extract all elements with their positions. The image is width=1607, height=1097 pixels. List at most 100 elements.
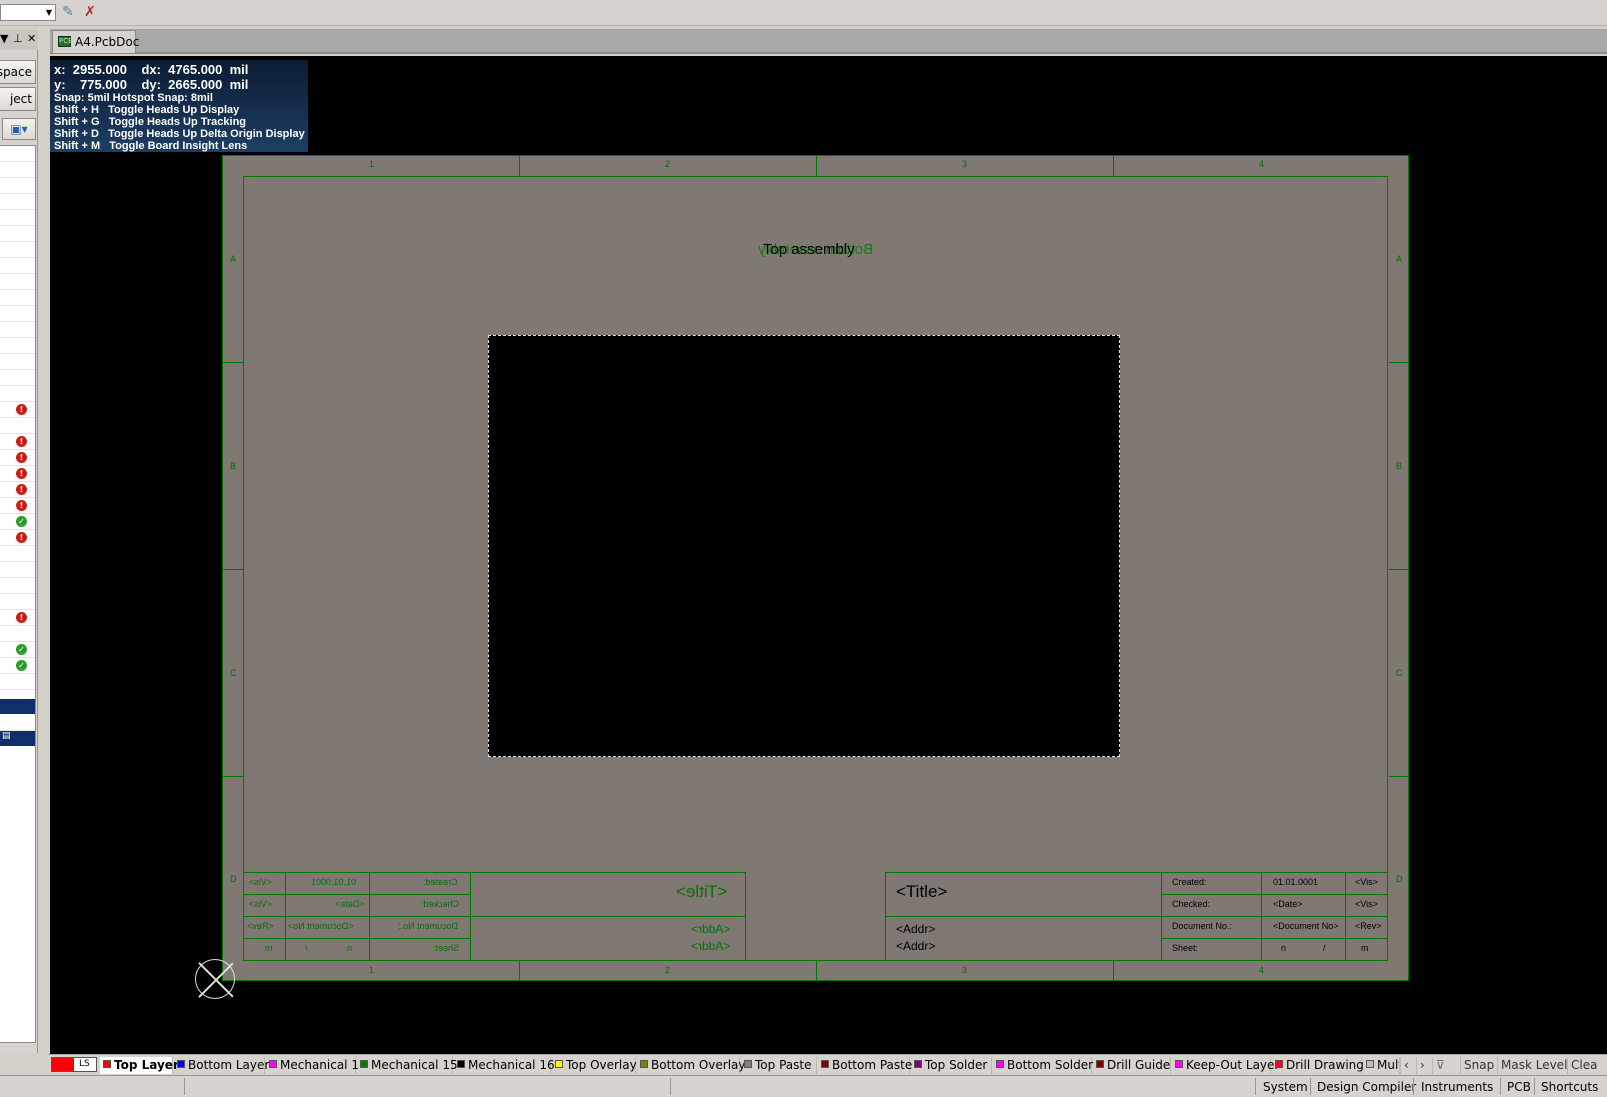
title-block-divider (243, 894, 470, 895)
list-item[interactable] (0, 258, 35, 274)
panel-pcb-button[interactable]: PCB (1507, 1080, 1531, 1096)
list-item[interactable] (0, 418, 35, 434)
panel-design-compiler-button[interactable]: Design Compiler (1317, 1080, 1416, 1096)
panel-shortcuts-button[interactable]: Shortcuts (1541, 1080, 1598, 1096)
list-item[interactable]: ! (0, 498, 35, 514)
list-item[interactable] (0, 162, 35, 178)
scroll-left-icon[interactable]: ‹ (1400, 1057, 1416, 1074)
layer-tab-top-layer[interactable]: Top Layer (100, 1057, 179, 1074)
zone-column-label: 4 (1259, 159, 1265, 169)
list-item[interactable] (0, 210, 35, 226)
mirror-rev: <Rev> (247, 921, 274, 931)
list-item[interactable] (0, 226, 35, 242)
hud-shortcut: Shift + M Toggle Board Insight Lens (54, 140, 248, 152)
layer-tab-mechanical-1[interactable]: Mechanical 1 (266, 1057, 359, 1074)
mirror-title: <Title> (676, 882, 728, 901)
selected-list-item[interactable] (0, 699, 35, 714)
list-item[interactable] (0, 546, 35, 562)
document-number-label: Document No.: (1172, 921, 1233, 931)
layer-tab-mechanical-15[interactable]: Mechanical 15 (357, 1057, 458, 1074)
mirror-vis: <Vis> (249, 877, 272, 887)
list-item[interactable] (0, 354, 35, 370)
list-item[interactable] (0, 178, 35, 194)
list-item[interactable]: ! (0, 530, 35, 546)
layer-tab-bottom-layer[interactable]: Bottom Layer (174, 1057, 269, 1074)
layer-tab-bottom-paste[interactable]: Bottom Paste (818, 1057, 912, 1074)
probe-clear-icon[interactable]: ✗ (80, 3, 100, 22)
list-item[interactable] (0, 146, 35, 162)
layer-tabs-bar: LS Top Layer Bottom Layer Mechanical 1 M… (48, 1054, 1607, 1074)
clear-button[interactable]: Clea (1567, 1057, 1607, 1074)
snap-button[interactable]: Snap (1460, 1057, 1497, 1074)
mirror-addr: <Addr> (691, 939, 731, 953)
chevron-down-icon[interactable]: ▼ (44, 6, 54, 19)
tab-label: A4.PcbDoc (75, 35, 140, 49)
origin-marker-icon (195, 959, 235, 999)
workspace-button[interactable]: space (0, 60, 36, 84)
zone-row-label: A (230, 254, 237, 264)
toolbar-combo[interactable]: ▼ (0, 4, 56, 21)
vis-field: <Vis> (1355, 899, 1378, 909)
list-item[interactable]: ✓ (0, 658, 35, 674)
list-item[interactable] (0, 562, 35, 578)
list-item[interactable] (0, 242, 35, 258)
list-item[interactable] (0, 322, 35, 338)
pin-icon[interactable]: ⊥ (13, 32, 23, 45)
list-item[interactable]: ! (0, 402, 35, 418)
list-item[interactable] (0, 338, 35, 354)
scroll-right-icon[interactable]: › (1416, 1057, 1432, 1074)
hud-shortcut: Shift + H Toggle Heads Up Display (54, 104, 240, 116)
current-layer-color[interactable]: LS (51, 1057, 97, 1072)
list-item[interactable] (0, 594, 35, 610)
close-icon[interactable]: ✕ (27, 32, 36, 45)
list-item[interactable]: ! (0, 610, 35, 626)
layer-tab-top-overlay[interactable]: Top Overlay (552, 1057, 637, 1074)
layer-tab-keep-out-layer[interactable]: Keep-Out Layer (1172, 1057, 1279, 1074)
list-item[interactable]: ! (0, 434, 35, 450)
list-item[interactable]: ✓ (0, 642, 35, 658)
list-item[interactable]: ! (0, 466, 35, 482)
selected-list-item[interactable]: ▤ (0, 731, 35, 746)
list-item[interactable] (0, 306, 35, 322)
tab-a4-pcbdoc[interactable]: PCB A4.PcbDoc (52, 30, 140, 53)
list-item[interactable] (0, 386, 35, 402)
mirror-checked-label: Checked: (421, 899, 460, 909)
list-item[interactable] (0, 578, 35, 594)
list-item[interactable] (0, 194, 35, 210)
list-item[interactable] (0, 370, 35, 386)
list-item[interactable] (0, 274, 35, 290)
pcb-workspace[interactable]: x: 2955.000 dx: 4765.000 mil y: 775.000 … (50, 56, 1607, 1054)
layer-tab-drill-guide[interactable]: Drill Guide (1093, 1057, 1171, 1074)
project-tree[interactable]: ! ! ! ! ! ! ✓ ! ! ✓ ✓ ▤ (0, 145, 36, 1043)
layer-tab-multi-layer[interactable]: Mult (1363, 1057, 1400, 1074)
list-item[interactable] (0, 626, 35, 642)
layer-tab-top-paste[interactable]: Top Paste (741, 1057, 817, 1074)
status-separator (1500, 1078, 1501, 1095)
list-item[interactable]: ✓ (0, 514, 35, 530)
layer-tab-drill-drawing[interactable]: Drill Drawing (1272, 1057, 1364, 1074)
layer-tab-mechanical-16[interactable]: Mechanical 16 (454, 1057, 555, 1074)
board-outline[interactable] (488, 335, 1120, 757)
list-item[interactable]: ! (0, 482, 35, 498)
mirror-checked-value: <Date> (335, 899, 365, 909)
layer-tab-bottom-overlay[interactable]: Bottom Overlay (637, 1057, 745, 1074)
mask-level-button[interactable]: Mask Level (1497, 1057, 1567, 1074)
panel-options-icon[interactable]: ▣▾ (2, 118, 36, 140)
mirror-sheet-slash: / (305, 943, 308, 953)
probe-icon[interactable]: ✎ (58, 3, 78, 22)
error-icon: ! (16, 484, 27, 495)
list-item[interactable] (0, 715, 35, 731)
list-item[interactable] (0, 674, 35, 690)
project-button[interactable]: ject (0, 87, 36, 111)
layer-filter-icon[interactable]: ⊽ (1432, 1057, 1460, 1074)
panel-system-button[interactable]: System (1263, 1080, 1308, 1096)
layer-tab-bottom-solder[interactable]: Bottom Solder (993, 1057, 1093, 1074)
created-value: 01.01.0001 (1273, 877, 1319, 887)
panel-menu-icon[interactable]: ▼ (0, 32, 8, 45)
list-item[interactable]: ! (0, 450, 35, 466)
panel-instruments-button[interactable]: Instruments (1421, 1080, 1493, 1096)
layer-swatch (914, 1060, 922, 1068)
list-item[interactable] (0, 290, 35, 306)
address-field: <Addr> (896, 922, 936, 936)
layer-tab-top-solder[interactable]: Top Solder (911, 1057, 992, 1074)
